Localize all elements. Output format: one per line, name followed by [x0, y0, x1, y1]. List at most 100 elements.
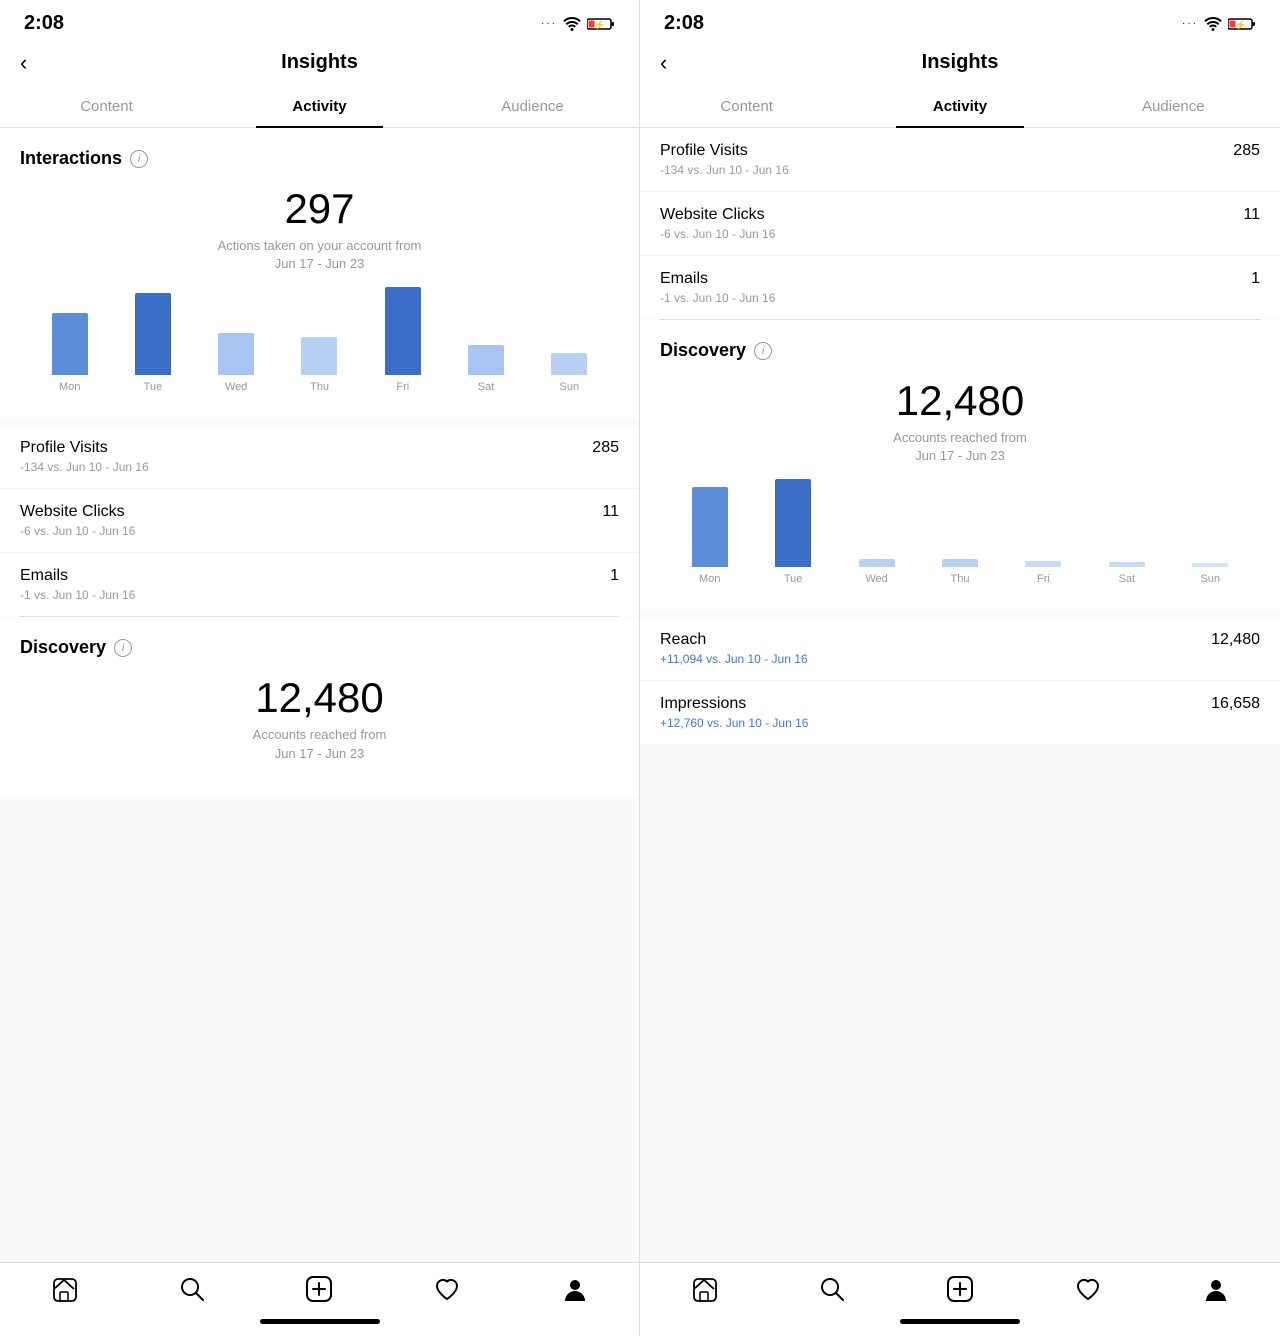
bar-group: Mon: [28, 313, 111, 393]
bar-group: Sun: [1169, 563, 1252, 585]
tab-content-2[interactable]: Content: [640, 86, 853, 127]
back-button-2[interactable]: ‹: [660, 50, 667, 76]
bar-group: Wed: [835, 559, 918, 585]
bar: [859, 559, 895, 567]
bar-day-label: Tue: [144, 381, 163, 393]
nav-search-2[interactable]: [818, 1275, 846, 1303]
add-icon-2: [946, 1275, 974, 1303]
tab-activity-1[interactable]: Activity: [213, 86, 426, 127]
stat-emails-2: Emails 1 -1 vs. Jun 10 - Jun 16: [640, 256, 1280, 319]
bar-group: Wed: [195, 333, 278, 393]
bar-group: Tue: [751, 479, 834, 585]
bar-day-label: Wed: [225, 381, 247, 393]
discovery-section-1: Discovery i 12,480 Accounts reached from…: [0, 617, 639, 798]
nav-home-2[interactable]: [690, 1275, 718, 1303]
discovery-big-number-2: 12,480: [660, 377, 1260, 425]
bar: [1192, 563, 1228, 567]
stat-website-clicks-2: Website Clicks 11 -6 vs. Jun 10 - Jun 16: [640, 192, 1280, 256]
tab-activity-2[interactable]: Activity: [853, 86, 1066, 127]
bar-day-label: Fri: [1037, 573, 1050, 585]
profile-icon-1: [561, 1275, 589, 1303]
bar-day-label: Mon: [59, 381, 80, 393]
content-1: Interactions i 297 Actions taken on your…: [0, 128, 639, 1262]
profile-icon-2: [1202, 1275, 1230, 1303]
discovery-title-2: Discovery i: [660, 340, 1260, 361]
interactions-stats: Profile Visits 285 -134 vs. Jun 10 - Jun…: [0, 425, 639, 616]
bar: [551, 353, 587, 375]
tab-audience-2[interactable]: Audience: [1067, 86, 1280, 127]
nav-add-2[interactable]: [946, 1275, 974, 1303]
bar-group: Sat: [1085, 562, 1168, 585]
back-button-1[interactable]: ‹: [20, 50, 27, 76]
battery-icon-2: ⚡: [1228, 17, 1256, 31]
bar: [385, 287, 421, 375]
home-indicator-2: [640, 1311, 1280, 1336]
bar-group: Fri: [361, 287, 444, 393]
tab-content-1[interactable]: Content: [0, 86, 213, 127]
search-icon-1: [178, 1275, 206, 1303]
nav-heart-1[interactable]: [433, 1275, 461, 1303]
tab-audience-1[interactable]: Audience: [426, 86, 639, 127]
discovery-stats-2: Reach 12,480 +11,094 vs. Jun 10 - Jun 16…: [640, 617, 1280, 744]
tabs-1: Content Activity Audience: [0, 86, 639, 128]
discovery-big-label-2: Accounts reached fromJun 17 - Jun 23: [660, 429, 1260, 465]
bar: [468, 345, 504, 375]
bar-group: Thu: [918, 559, 1001, 585]
bar-group: Thu: [278, 337, 361, 393]
header-2: ‹ Insights: [640, 43, 1280, 86]
discovery-chart-2: Mon Tue Wed Thu Fri SatSun: [660, 485, 1260, 585]
bar-group: Fri: [1002, 561, 1085, 585]
bar: [942, 559, 978, 567]
heart-icon-1: [433, 1275, 461, 1303]
stat-impressions-2: Impressions 16,658 +12,760 vs. Jun 10 - …: [640, 681, 1280, 744]
bar-group: Tue: [111, 293, 194, 393]
bar-day-label: Tue: [784, 573, 803, 585]
header-1: ‹ Insights: [0, 43, 639, 86]
add-icon-1: [305, 1275, 333, 1303]
bar: [692, 487, 728, 567]
nav-search-1[interactable]: [178, 1275, 206, 1303]
interactions-big-label: Actions taken on your account fromJun 17…: [20, 237, 619, 273]
wifi-icon-1: [563, 17, 581, 31]
wifi-icon-2: [1204, 17, 1222, 31]
bar-day-label: Thu: [310, 381, 329, 393]
bar-day-label: Sun: [560, 381, 580, 393]
bottom-nav-1: [0, 1262, 639, 1311]
bar-group: Sun: [528, 353, 611, 393]
nav-home-1[interactable]: [50, 1275, 78, 1303]
heart-icon-2: [1074, 1275, 1102, 1303]
stat-profile-visits-2: Profile Visits 285 -134 vs. Jun 10 - Jun…: [640, 128, 1280, 192]
discovery-info-icon-1[interactable]: i: [114, 639, 132, 657]
discovery-info-icon-2[interactable]: i: [754, 342, 772, 360]
home-bar-1: [260, 1319, 380, 1324]
status-icons-1: ··· ⚡: [541, 17, 615, 31]
header-title-2: Insights: [922, 51, 999, 74]
discovery-section-2: Discovery i 12,480 Accounts reached from…: [640, 320, 1280, 609]
bar: [135, 293, 171, 375]
interactions-section: Interactions i 297 Actions taken on your…: [0, 128, 639, 417]
nav-heart-2[interactable]: [1074, 1275, 1102, 1303]
bar-group: Mon: [668, 487, 751, 585]
phone-1: 2:08 ··· ⚡ ‹ Insights: [0, 0, 640, 1336]
discovery-title-1: Discovery i: [20, 637, 619, 658]
status-icons-2: ··· ⚡: [1182, 17, 1256, 31]
bar-day-label: Sat: [478, 381, 495, 393]
interactions-info-icon[interactable]: i: [130, 150, 148, 168]
svg-text:⚡: ⚡: [594, 19, 605, 31]
bar-group: Sat: [444, 345, 527, 393]
bar: [775, 479, 811, 567]
bar: [1109, 562, 1145, 567]
status-bar-2: 2:08 ··· ⚡: [640, 0, 1280, 43]
interactions-big-number: 297: [20, 185, 619, 233]
bar: [301, 337, 337, 375]
interactions-chart: MonTueWedThuFriSatSun: [20, 293, 619, 393]
nav-profile-2[interactable]: [1202, 1275, 1230, 1303]
nav-add-1[interactable]: [305, 1275, 333, 1303]
bar-day-label: Wed: [865, 573, 887, 585]
continued-stats-2: Profile Visits 285 -134 vs. Jun 10 - Jun…: [640, 128, 1280, 319]
bar-day-label: Thu: [950, 573, 969, 585]
phone-2: 2:08 ··· ⚡ ‹ Insights Content: [640, 0, 1280, 1336]
home-icon-1: [50, 1275, 78, 1303]
dots-icon-2: ···: [1182, 18, 1198, 29]
nav-profile-1[interactable]: [561, 1275, 589, 1303]
